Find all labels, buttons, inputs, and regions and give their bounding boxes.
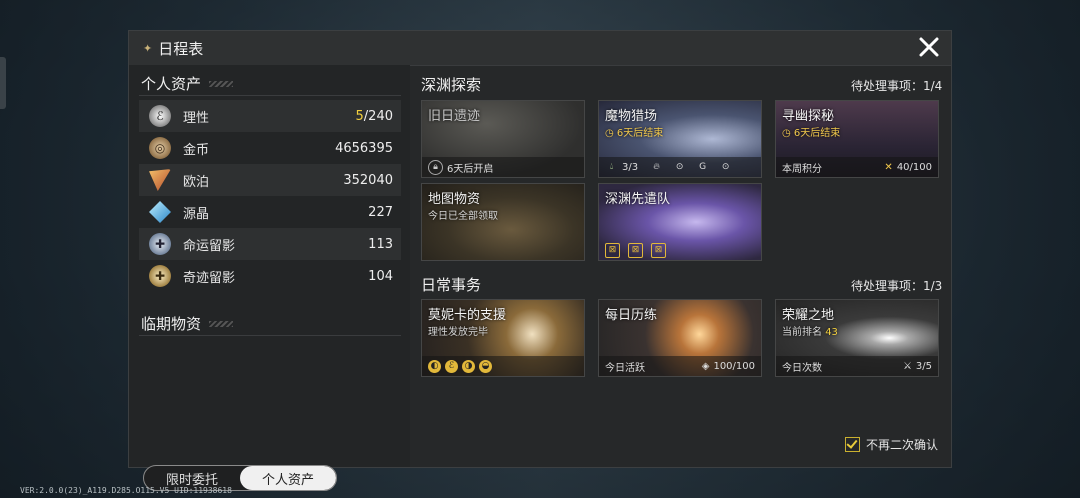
assets-section-title: 个人资产 [141, 73, 234, 94]
card-subtitle: 当前排名 43 [782, 327, 838, 338]
decoration-stripes [209, 320, 234, 327]
card-subtitle: 理性发放完毕 [428, 327, 488, 338]
abyss-pending: 待处理事项：1/4 [851, 79, 943, 93]
asset-row-opal: 欧泊 352040 [139, 164, 401, 196]
opal-icon [149, 169, 171, 191]
abyss-section-title: 深渊探索 [421, 76, 482, 94]
asset-row-crystal: 源晶 227 [139, 196, 401, 228]
miracle-image-icon: ✚ [149, 265, 171, 287]
points-icon: ✕ [884, 161, 893, 173]
decoration-stripes [209, 80, 234, 87]
card-footer: 💧︎ 3/3 🔥︎ ⊙ G ⊙ [599, 157, 761, 177]
asset-value: 352040 [343, 172, 393, 188]
star-icon: ✦ [143, 41, 153, 55]
card-title: 莫妮卡的支援 [428, 308, 507, 323]
card-title: 旧日遗迹 [428, 109, 481, 124]
crystal-icon [149, 201, 171, 223]
flame-icon: 🔥︎ [653, 162, 660, 172]
daily-pending: 待处理事项：1/3 [851, 279, 943, 293]
asset-value: 227 [368, 204, 393, 220]
confirm-checkbox[interactable] [845, 437, 860, 452]
toggle-personal-assets[interactable]: 个人资产 [240, 466, 336, 490]
card-title: 深渊先遣队 [605, 192, 671, 207]
reward-icon: ◐ [428, 359, 441, 373]
card-glory-land[interactable]: 荣耀之地 当前排名 43 今日次数 ⚔ 3/5 [775, 299, 939, 377]
no-double-confirm[interactable]: 不再二次确认 [845, 436, 938, 453]
sanity-icon: ℰ [149, 105, 171, 127]
points-value: ✕ 40/100 [884, 161, 932, 173]
card-subtitle: ◷ 6天后结束 [782, 128, 841, 139]
sword-icon: ⚔ [902, 360, 912, 372]
card-footer: 本周积分 ✕ 40/100 [776, 157, 938, 177]
fate-image-icon: ✚ [149, 233, 171, 255]
daily-section-title: 日常事务 [421, 276, 482, 294]
card-title: 荣耀之地 [782, 308, 835, 323]
g-icon: G [699, 162, 707, 172]
card-monster-hunt[interactable]: 魔物猎场 ◷ 6天后结束 💧︎ 3/3 🔥︎ ⊙ G ⊙ [598, 100, 762, 178]
panel-title: 日程表 [158, 39, 204, 58]
asset-value: 113 [368, 236, 393, 252]
close-icon [919, 37, 939, 57]
card-title: 寻幽探秘 [782, 109, 835, 124]
box-icon: ⊠ [605, 242, 620, 258]
asset-label: 欧泊 [183, 174, 210, 190]
schedule-panel: ✦ 日程表 个人资产 ℰ 理性 5/240 ◎ 金币 4656395 欧泊 35… [128, 30, 952, 491]
asset-label: 命运留影 [183, 238, 236, 254]
assets-list: ℰ 理性 5/240 ◎ 金币 4656395 欧泊 352040 源晶 227… [139, 100, 401, 292]
activity-icon: ◈ [701, 360, 710, 372]
gold-coin-icon: ◎ [149, 137, 171, 159]
asset-row-fate: ✚ 命运留影 113 [139, 228, 401, 260]
card-map-supplies[interactable]: 地图物资 今日已全部领取 [421, 183, 585, 261]
card-monica-support[interactable]: 莫妮卡的支援 理性发放完毕 ◐ ℰ ◑ ◒ [421, 299, 585, 377]
asset-row-miracle: ✚ 奇迹留影 104 [139, 260, 401, 292]
divider [139, 95, 401, 96]
confirm-label: 不再二次确认 [866, 438, 939, 452]
card-title: 魔物猎场 [605, 109, 658, 124]
asset-label: 源晶 [183, 206, 210, 222]
expiring-section-title: 临期物资 [141, 313, 234, 334]
version-text: VER:2.0.0(23)_A119.D285.O115.V5 UID:1193… [20, 486, 232, 495]
asset-label: 奇迹留影 [183, 270, 236, 286]
card-title: 每日历练 [605, 308, 658, 323]
drop-icon: 💧︎ [609, 162, 614, 172]
card-subtitle: 今日已全部领取 [428, 211, 498, 222]
rank-value: 43 [825, 327, 838, 338]
divider [139, 335, 401, 336]
asset-label: 理性 [183, 110, 210, 126]
asset-label: 金币 [183, 142, 210, 158]
card-footer: ◐ ℰ ◑ ◒ [422, 356, 584, 376]
card-footer: 今日次数 ⚔ 3/5 [776, 356, 938, 376]
card-old-ruins[interactable]: 旧日遗迹 🔒︎ 6天后开启 [421, 100, 585, 178]
asset-value: 104 [368, 268, 393, 284]
box-icon: ⊠ [628, 242, 643, 258]
reward-icon: ◑ [462, 359, 475, 373]
asset-row-gold: ◎ 金币 4656395 [139, 132, 401, 164]
card-seek-secret[interactable]: 寻幽探秘 ◷ 6天后结束 本周积分 ✕ 40/100 [775, 100, 939, 178]
card-title: 地图物资 [428, 192, 481, 207]
card-footer: 今日活跃 ◈ 100/100 [599, 356, 761, 376]
side-tab[interactable] [0, 57, 6, 109]
card-footer: ⊠ ⊠ ⊠ [599, 240, 761, 260]
asset-value: 4656395 [335, 140, 393, 156]
box-icon: ⊠ [651, 242, 666, 258]
asset-value: 5/240 [355, 108, 393, 124]
reward-icon: ℰ [445, 359, 458, 373]
panel-header: ✦ 日程表 [129, 31, 951, 66]
lock-icon: ⊙ [675, 162, 684, 172]
assets-column: 个人资产 ℰ 理性 5/240 ◎ 金币 4656395 欧泊 352040 源… [129, 65, 410, 491]
asset-row-sanity: ℰ 理性 5/240 [139, 100, 401, 132]
lock-icon: 🔒︎ [428, 159, 443, 175]
card-daily-training[interactable]: 每日历练 今日活跃 ◈ 100/100 [598, 299, 762, 377]
card-subtitle: ◷ 6天后结束 [605, 128, 664, 139]
close-button[interactable] [917, 35, 941, 59]
card-abyss-vanguard[interactable]: 深渊先遣队 ⊠ ⊠ ⊠ [598, 183, 762, 261]
reward-icon: ◒ [479, 359, 492, 373]
card-footer: 🔒︎ 6天后开启 [422, 157, 584, 177]
lock-icon: ⊙ [721, 162, 730, 172]
